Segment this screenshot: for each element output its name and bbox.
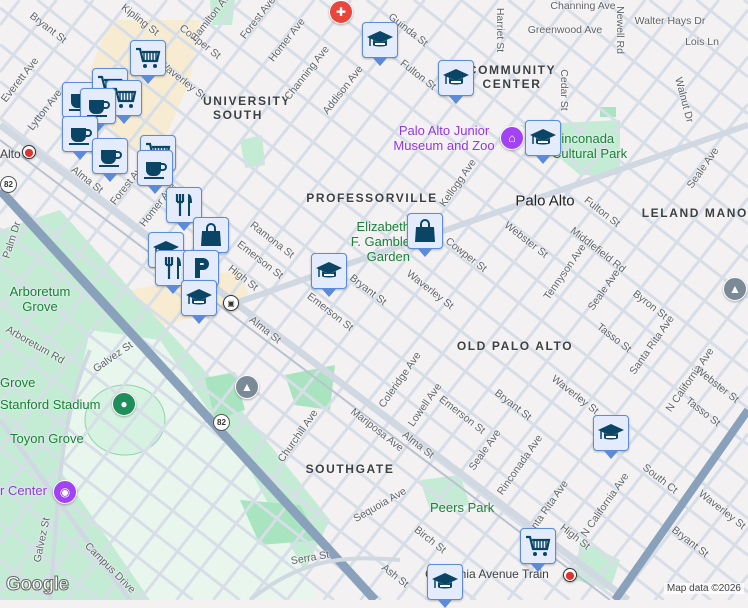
bag-icon — [197, 221, 225, 249]
grad-icon — [366, 26, 394, 54]
cup-marker[interactable] — [137, 150, 173, 186]
school-icon[interactable]: ▲ — [723, 277, 747, 301]
cup-marker[interactable] — [92, 138, 128, 174]
street-line — [744, 0, 748, 3]
grad-icon — [442, 64, 470, 92]
grad-icon — [597, 419, 625, 447]
train-station-icon[interactable]: ⬤ — [563, 568, 577, 582]
cup-icon — [96, 142, 124, 170]
camera-icon[interactable]: ◉ — [53, 480, 77, 504]
map-attribution[interactable]: Map data ©2026 — [664, 583, 744, 594]
grad-icon — [315, 257, 343, 285]
bag-marker[interactable] — [407, 213, 443, 249]
school-icon[interactable]: ▲ — [235, 375, 259, 399]
museum-icon[interactable]: ⌂ — [500, 126, 524, 150]
grad-marker[interactable] — [593, 415, 629, 451]
hospital-icon[interactable]: ✚ — [329, 0, 353, 24]
street-line — [397, 151, 748, 600]
cup-icon — [141, 154, 169, 182]
highway-82-shield: 82 — [213, 414, 230, 431]
grad-marker[interactable] — [525, 120, 561, 156]
grad-icon — [185, 284, 213, 312]
grad-icon — [431, 568, 459, 596]
cart-marker[interactable] — [130, 40, 166, 76]
grad-marker[interactable] — [438, 60, 474, 96]
fork-icon — [170, 191, 198, 219]
street-line — [360, 104, 748, 600]
train-station-icon[interactable]: ⬤ — [22, 145, 36, 159]
train-station-icon[interactable]: ▣ — [223, 295, 239, 311]
highway-82-shield: 82 — [0, 176, 17, 193]
cup-icon — [66, 120, 94, 148]
cart-marker[interactable] — [520, 528, 556, 564]
bag-icon — [411, 217, 439, 245]
grad-marker[interactable] — [311, 253, 347, 289]
bag-marker[interactable] — [193, 217, 229, 253]
parking-icon — [187, 254, 215, 282]
grad-icon — [529, 124, 557, 152]
street-line — [618, 434, 748, 600]
cart-icon — [134, 44, 162, 72]
cart-icon — [524, 532, 552, 560]
google-logo: Google — [6, 574, 68, 596]
grad-marker[interactable] — [181, 280, 217, 316]
stadium-icon[interactable]: ● — [112, 392, 136, 416]
grad-marker[interactable] — [427, 564, 463, 600]
street-line — [0, 0, 56, 72]
street-line — [650, 0, 748, 77]
grad-marker[interactable] — [362, 22, 398, 58]
